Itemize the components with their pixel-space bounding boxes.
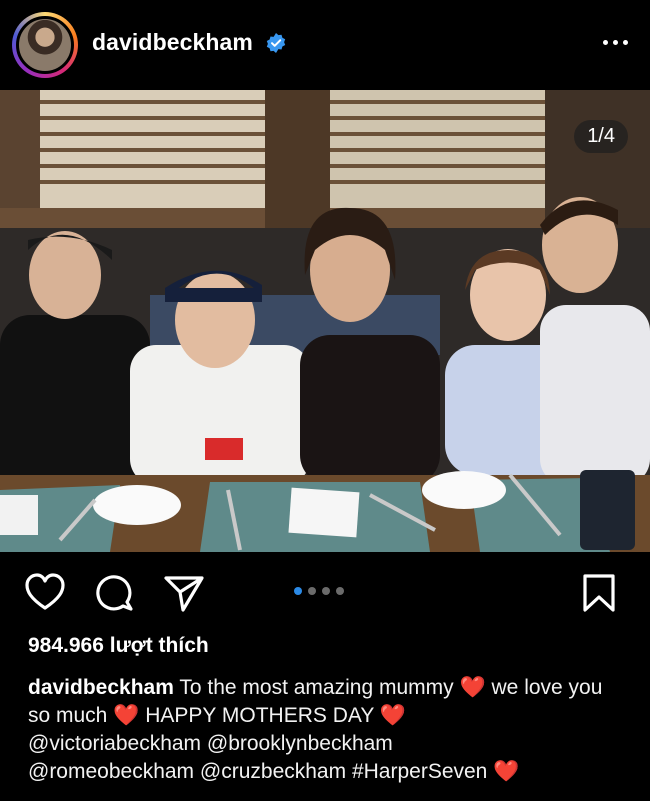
- verified-badge-icon: [266, 33, 286, 53]
- like-icon[interactable]: [24, 572, 66, 614]
- mention-link[interactable]: @victoriabeckham: [28, 732, 201, 755]
- mention-link[interactable]: @brooklynbeckham: [207, 732, 393, 755]
- caption-text: HAPPY MOTHERS DAY: [145, 704, 374, 727]
- hashtag-link[interactable]: #HarperSeven: [352, 760, 487, 783]
- caption: davidbeckham To the most amazing mummy ❤…: [28, 674, 628, 786]
- slide-counter: 1/4: [574, 120, 628, 153]
- more-options-icon[interactable]: [603, 40, 628, 45]
- caption-text: we: [491, 676, 519, 699]
- carousel-indicator: [294, 587, 344, 595]
- story-ring[interactable]: [12, 12, 78, 78]
- avatar[interactable]: [16, 16, 74, 74]
- username-link[interactable]: davidbeckham: [92, 29, 253, 56]
- heart-emoji: ❤️: [113, 704, 140, 727]
- mention-link[interactable]: @cruzbeckham: [200, 760, 346, 783]
- carousel-dot: [336, 587, 344, 595]
- carousel-dot: [308, 587, 316, 595]
- share-icon[interactable]: [163, 572, 205, 614]
- post-header: davidbeckham: [0, 0, 650, 90]
- post-photo[interactable]: 1/4: [0, 90, 650, 552]
- mention-link[interactable]: @romeobeckham: [28, 760, 194, 783]
- heart-emoji: ❤️: [493, 760, 520, 783]
- likes-count[interactable]: 984.966 lượt thích: [28, 634, 209, 658]
- carousel-dot: [322, 587, 330, 595]
- carousel-dot-active: [294, 587, 302, 595]
- save-icon[interactable]: [578, 572, 620, 614]
- family-dinner-photo: [0, 90, 650, 552]
- caption-text: To the most amazing mummy: [179, 676, 454, 699]
- heart-emoji: ❤️: [459, 676, 486, 699]
- caption-author[interactable]: davidbeckham: [28, 676, 174, 699]
- heart-emoji: ❤️: [379, 704, 406, 727]
- comment-icon[interactable]: [94, 572, 136, 614]
